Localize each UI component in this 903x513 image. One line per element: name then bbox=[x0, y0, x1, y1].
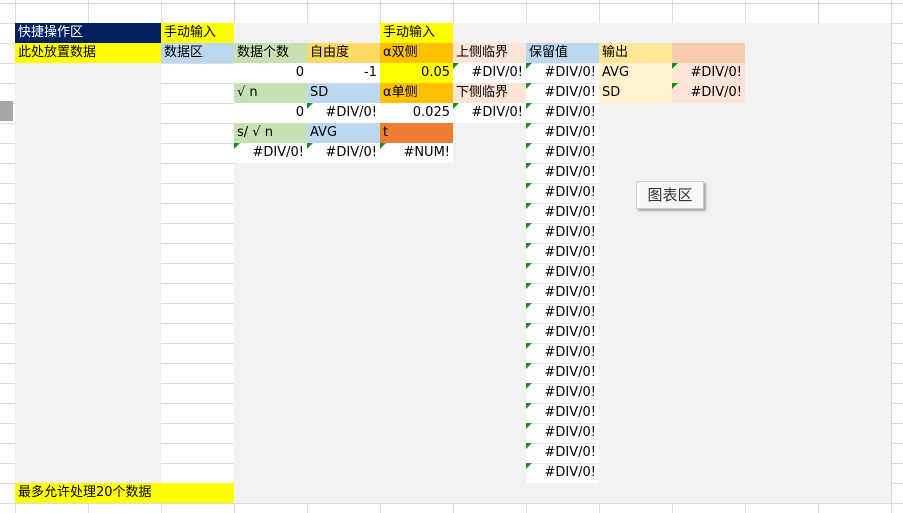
output-avg-label: AVG bbox=[599, 63, 672, 83]
sqrt-n-label: √ n bbox=[234, 83, 307, 103]
lower-critical-value[interactable]: #DIV/0! bbox=[453, 103, 526, 123]
alpha-two-sided-label: α双侧 bbox=[380, 43, 453, 63]
retained-value-cell[interactable]: #DIV/0! bbox=[526, 123, 599, 143]
retained-value-cell[interactable]: #DIV/0! bbox=[526, 403, 599, 423]
output-sd-value[interactable]: #DIV/0! bbox=[672, 83, 745, 103]
avg-label: AVG bbox=[307, 123, 380, 143]
retained-value-cell[interactable]: #DIV/0! bbox=[526, 263, 599, 283]
data-area-header: 数据区 bbox=[161, 43, 234, 63]
t-value[interactable]: #NUM! bbox=[380, 143, 453, 163]
retained-value-cell[interactable]: #DIV/0! bbox=[526, 183, 599, 203]
sd-label: SD bbox=[307, 83, 380, 103]
work-panel-right bbox=[818, 23, 891, 483]
retained-value-cell[interactable]: #DIV/0! bbox=[526, 303, 599, 323]
alpha-one-sided-value[interactable]: 0.025 bbox=[380, 103, 453, 123]
s-over-sqrt-n-value[interactable]: #DIV/0! bbox=[234, 143, 307, 163]
retained-value-cell[interactable]: #DIV/0! bbox=[526, 323, 599, 343]
lower-critical-label: 下侧临界 bbox=[453, 83, 526, 103]
upper-critical-value[interactable]: #DIV/0! bbox=[453, 63, 526, 83]
retained-value-cell[interactable]: #DIV/0! bbox=[526, 463, 599, 483]
alpha-one-sided-label: α单侧 bbox=[380, 83, 453, 103]
output-sd-label: SD bbox=[599, 83, 672, 103]
retained-value-cell[interactable]: #DIV/0! bbox=[526, 63, 599, 83]
output-avg-value[interactable]: #DIV/0! bbox=[672, 63, 745, 83]
retained-value-cell[interactable]: #DIV/0! bbox=[526, 163, 599, 183]
retained-value-cell[interactable]: #DIV/0! bbox=[526, 103, 599, 123]
retained-value-cell[interactable]: #DIV/0! bbox=[526, 443, 599, 463]
chart-area-button[interactable]: 图表区 bbox=[636, 181, 704, 209]
retained-value-cell[interactable]: #DIV/0! bbox=[526, 383, 599, 403]
dof-value[interactable]: -1 bbox=[307, 63, 380, 83]
upper-critical-label: 上侧临界 bbox=[453, 43, 526, 63]
retained-value-cell[interactable]: #DIV/0! bbox=[526, 223, 599, 243]
retained-value-cell[interactable]: #DIV/0! bbox=[526, 83, 599, 103]
alpha-two-sided-value[interactable]: 0.05 bbox=[380, 63, 453, 83]
retained-value-cell[interactable]: #DIV/0! bbox=[526, 143, 599, 163]
retained-header: 保留值 bbox=[526, 43, 599, 63]
output-header-extra bbox=[672, 43, 745, 63]
manual-input-label: 手动输入 bbox=[161, 23, 234, 43]
count-value[interactable]: 0 bbox=[234, 63, 307, 83]
alpha-manual-input-label: 手动输入 bbox=[380, 23, 453, 43]
retained-value-cell[interactable]: #DIV/0! bbox=[526, 423, 599, 443]
count-label: 数据个数 bbox=[234, 43, 307, 63]
row-selector-marker[interactable] bbox=[0, 101, 13, 121]
sqrt-n-value[interactable]: 0 bbox=[234, 103, 307, 123]
retained-value-cell[interactable]: #DIV/0! bbox=[526, 343, 599, 363]
retained-value-cell[interactable]: #DIV/0! bbox=[526, 203, 599, 223]
s-over-sqrt-n-label: s/ √ n bbox=[234, 123, 307, 143]
output-header: 输出 bbox=[599, 43, 672, 63]
dof-label: 自由度 bbox=[307, 43, 380, 63]
t-label: t bbox=[380, 123, 453, 143]
quick-area-subtitle: 此处放置数据 bbox=[15, 43, 161, 63]
data-area-column[interactable] bbox=[161, 63, 234, 483]
quick-area-title: 快捷操作区 bbox=[15, 23, 161, 43]
avg-value[interactable]: #DIV/0! bbox=[307, 143, 380, 163]
retained-value-cell[interactable]: #DIV/0! bbox=[526, 283, 599, 303]
retained-value-cell[interactable]: #DIV/0! bbox=[526, 243, 599, 263]
retained-value-cell[interactable]: #DIV/0! bbox=[526, 363, 599, 383]
sd-value[interactable]: #DIV/0! bbox=[307, 103, 380, 123]
footer-note: 最多允许处理20个数据 bbox=[15, 483, 234, 503]
